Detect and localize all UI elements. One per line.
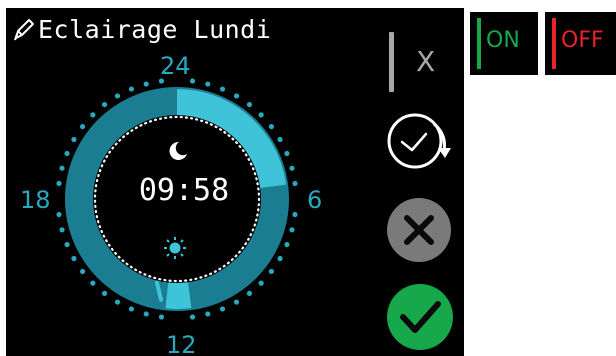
dial-dot: [64, 150, 70, 157]
off-toggle-label: OFF: [561, 28, 604, 53]
dial-dot: [289, 165, 295, 171]
dial-dot: [258, 112, 264, 118]
off-toggle[interactable]: OFF: [545, 12, 616, 75]
hour-label-24: 24: [160, 52, 191, 80]
close-button[interactable]: X: [386, 26, 456, 98]
sun-icon: [164, 237, 186, 259]
close-button-bar: [389, 32, 394, 92]
dial-dot: [246, 101, 253, 108]
hour-label-12: 12: [166, 331, 197, 356]
close-button-label: X: [416, 45, 436, 78]
dial-dot: [289, 227, 295, 233]
dial-dot: [277, 255, 283, 262]
dial-dot: [219, 86, 226, 92]
dial-dot: [114, 93, 121, 99]
dial-dot: [101, 290, 108, 297]
schedule-on-arc-small[interactable]: [165, 282, 192, 309]
dial-dot: [189, 78, 196, 84]
dial-dot: [205, 81, 211, 87]
dial-dot: [71, 136, 77, 143]
hour-label-18: 18: [20, 186, 51, 214]
moon-icon: [169, 141, 187, 160]
dial-dot: [59, 227, 65, 233]
dial-dot: [189, 314, 196, 320]
schedule-screen: Eclairage Lundi 24 6 12 18 09:58 X: [6, 8, 464, 356]
dial-dot: [114, 299, 121, 305]
cancel-button[interactable]: [384, 195, 454, 265]
dial-dot: [219, 306, 226, 312]
dial-dot: [233, 299, 240, 305]
clock-repeat-icon[interactable]: [382, 108, 456, 176]
dial-dot: [79, 123, 86, 130]
on-toggle[interactable]: ON: [470, 12, 538, 75]
dial-dot: [56, 180, 62, 187]
dial-dot: [292, 180, 298, 187]
dial-dot: [233, 93, 240, 99]
dial-dot: [258, 280, 264, 286]
dial-dot: [143, 311, 149, 317]
dial-dot: [277, 136, 283, 143]
dial-dot: [128, 306, 135, 312]
dial-dot: [158, 314, 165, 320]
on-toggle-bar: [477, 18, 481, 69]
confirm-button[interactable]: [384, 281, 456, 353]
dial-dot: [79, 268, 86, 275]
dial-dot: [143, 81, 149, 87]
dial-dot: [90, 112, 96, 118]
dial-dot: [292, 211, 298, 218]
dial-dot: [268, 268, 275, 275]
dial-dot: [246, 290, 253, 297]
dial-dot: [205, 311, 211, 317]
dial-dot: [64, 241, 70, 248]
current-time: 09:58: [138, 173, 230, 208]
dial-dot: [101, 101, 108, 108]
dial-dot: [284, 150, 290, 157]
dial-dot: [128, 86, 135, 92]
dial-dot: [71, 255, 77, 262]
dial-dot: [56, 211, 62, 218]
dial-dot: [59, 165, 65, 171]
on-toggle-label: ON: [486, 28, 520, 53]
dial-dot: [268, 123, 275, 130]
check-circle-icon: [387, 284, 453, 350]
dial-dot: [90, 280, 96, 286]
off-toggle-bar: [552, 18, 556, 69]
dial-dot: [284, 241, 290, 248]
hour-label-6: 6: [307, 186, 323, 214]
